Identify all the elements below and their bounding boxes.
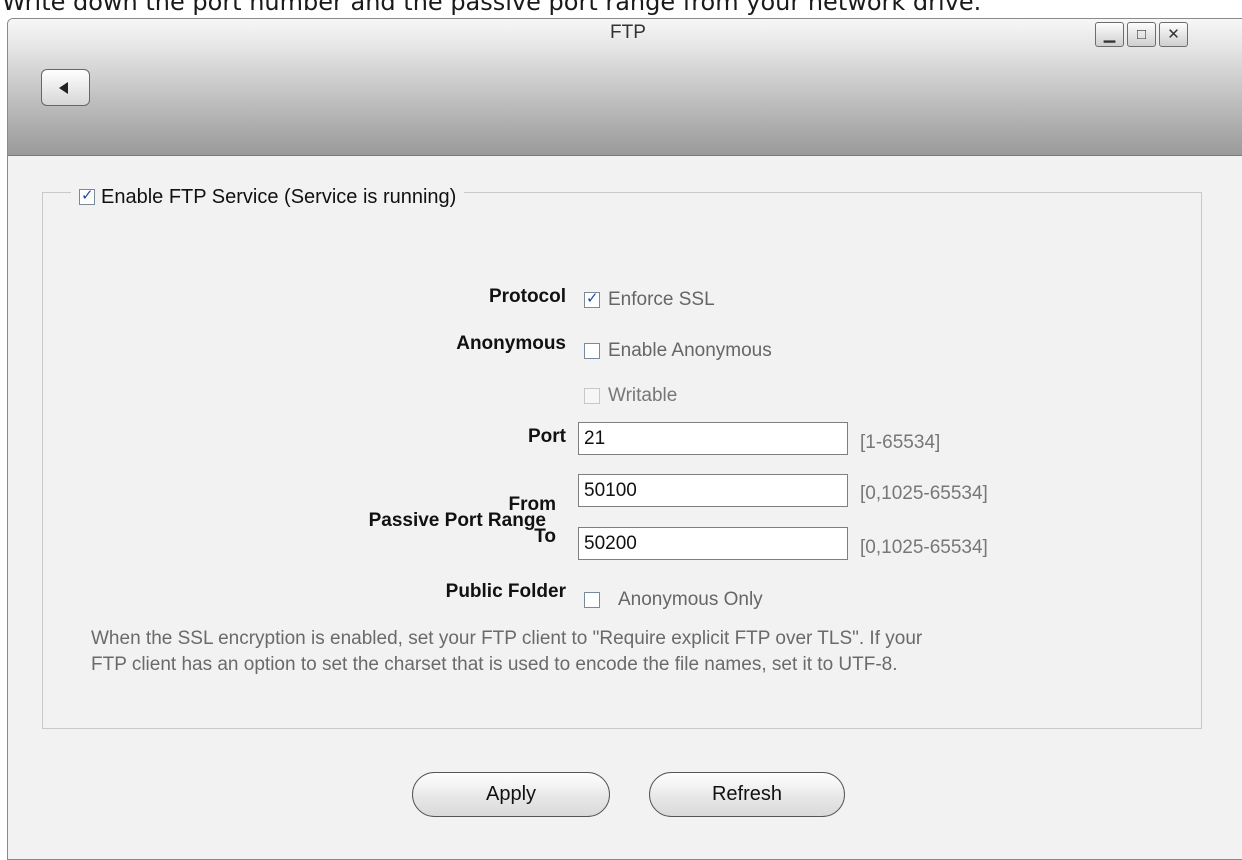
window-controls: ▁ □ ✕ xyxy=(1095,22,1191,47)
apply-button[interactable]: Apply xyxy=(412,772,610,817)
back-button[interactable] xyxy=(41,69,90,106)
from-label: From xyxy=(508,494,557,515)
minimize-button[interactable]: ▁ xyxy=(1095,22,1124,47)
ssl-help-line-2: FTP client has an option to set the char… xyxy=(91,654,898,675)
anonymous-only-label: Anonymous Only xyxy=(618,589,763,610)
enforce-ssl-checkbox[interactable] xyxy=(584,289,600,308)
enable-anonymous-option[interactable]: Enable Anonymous xyxy=(584,340,772,362)
close-icon: ✕ xyxy=(1167,26,1180,43)
anonymous-only-checkbox[interactable] xyxy=(584,592,600,608)
from-range-hint: [0,1025-65534] xyxy=(860,483,988,504)
protocol-label: Protocol xyxy=(488,286,566,307)
port-label: Port xyxy=(528,426,566,447)
port-input[interactable] xyxy=(578,422,848,455)
enable-anonymous-checkbox[interactable] xyxy=(584,343,600,359)
passive-to-input[interactable] xyxy=(578,527,848,560)
refresh-button[interactable]: Refresh xyxy=(649,772,845,817)
maximize-icon: □ xyxy=(1136,26,1147,43)
instruction-text: Write down the port number and the passi… xyxy=(2,0,982,16)
public-folder-label: Public Folder xyxy=(445,581,566,602)
minimize-icon: ▁ xyxy=(1103,26,1116,43)
enable-ftp-service[interactable]: Enable FTP Service (Service is running) xyxy=(71,180,465,214)
enable-ftp-checkbox[interactable] xyxy=(79,186,95,205)
writable-option[interactable]: Writable xyxy=(584,385,677,407)
enable-ftp-label: Enable FTP Service (Service is running) xyxy=(101,185,457,208)
to-range-hint: [0,1025-65534] xyxy=(860,537,988,558)
enable-anonymous-label: Enable Anonymous xyxy=(608,340,772,361)
anonymous-only-option[interactable]: Anonymous Only xyxy=(584,589,763,611)
title-bar: FTP ▁ □ ✕ xyxy=(8,19,1242,156)
to-label: To xyxy=(534,526,556,547)
ssl-help-line-1: When the SSL encryption is enabled, set … xyxy=(91,628,923,649)
ssl-help-note: When the SSL encryption is enabled, set … xyxy=(91,626,1191,678)
enforce-ssl-option[interactable]: Enforce SSL xyxy=(584,289,715,311)
anonymous-label: Anonymous xyxy=(456,333,566,354)
close-button[interactable]: ✕ xyxy=(1159,22,1188,47)
passive-from-input[interactable] xyxy=(578,474,848,507)
writable-checkbox[interactable] xyxy=(584,388,600,404)
enforce-ssl-label: Enforce SSL xyxy=(608,289,715,310)
writable-label: Writable xyxy=(608,385,678,406)
port-range-hint: [1-65534] xyxy=(860,432,941,453)
window-title: FTP xyxy=(610,22,646,43)
back-arrow-icon xyxy=(59,82,68,94)
maximize-button[interactable]: □ xyxy=(1127,22,1156,47)
